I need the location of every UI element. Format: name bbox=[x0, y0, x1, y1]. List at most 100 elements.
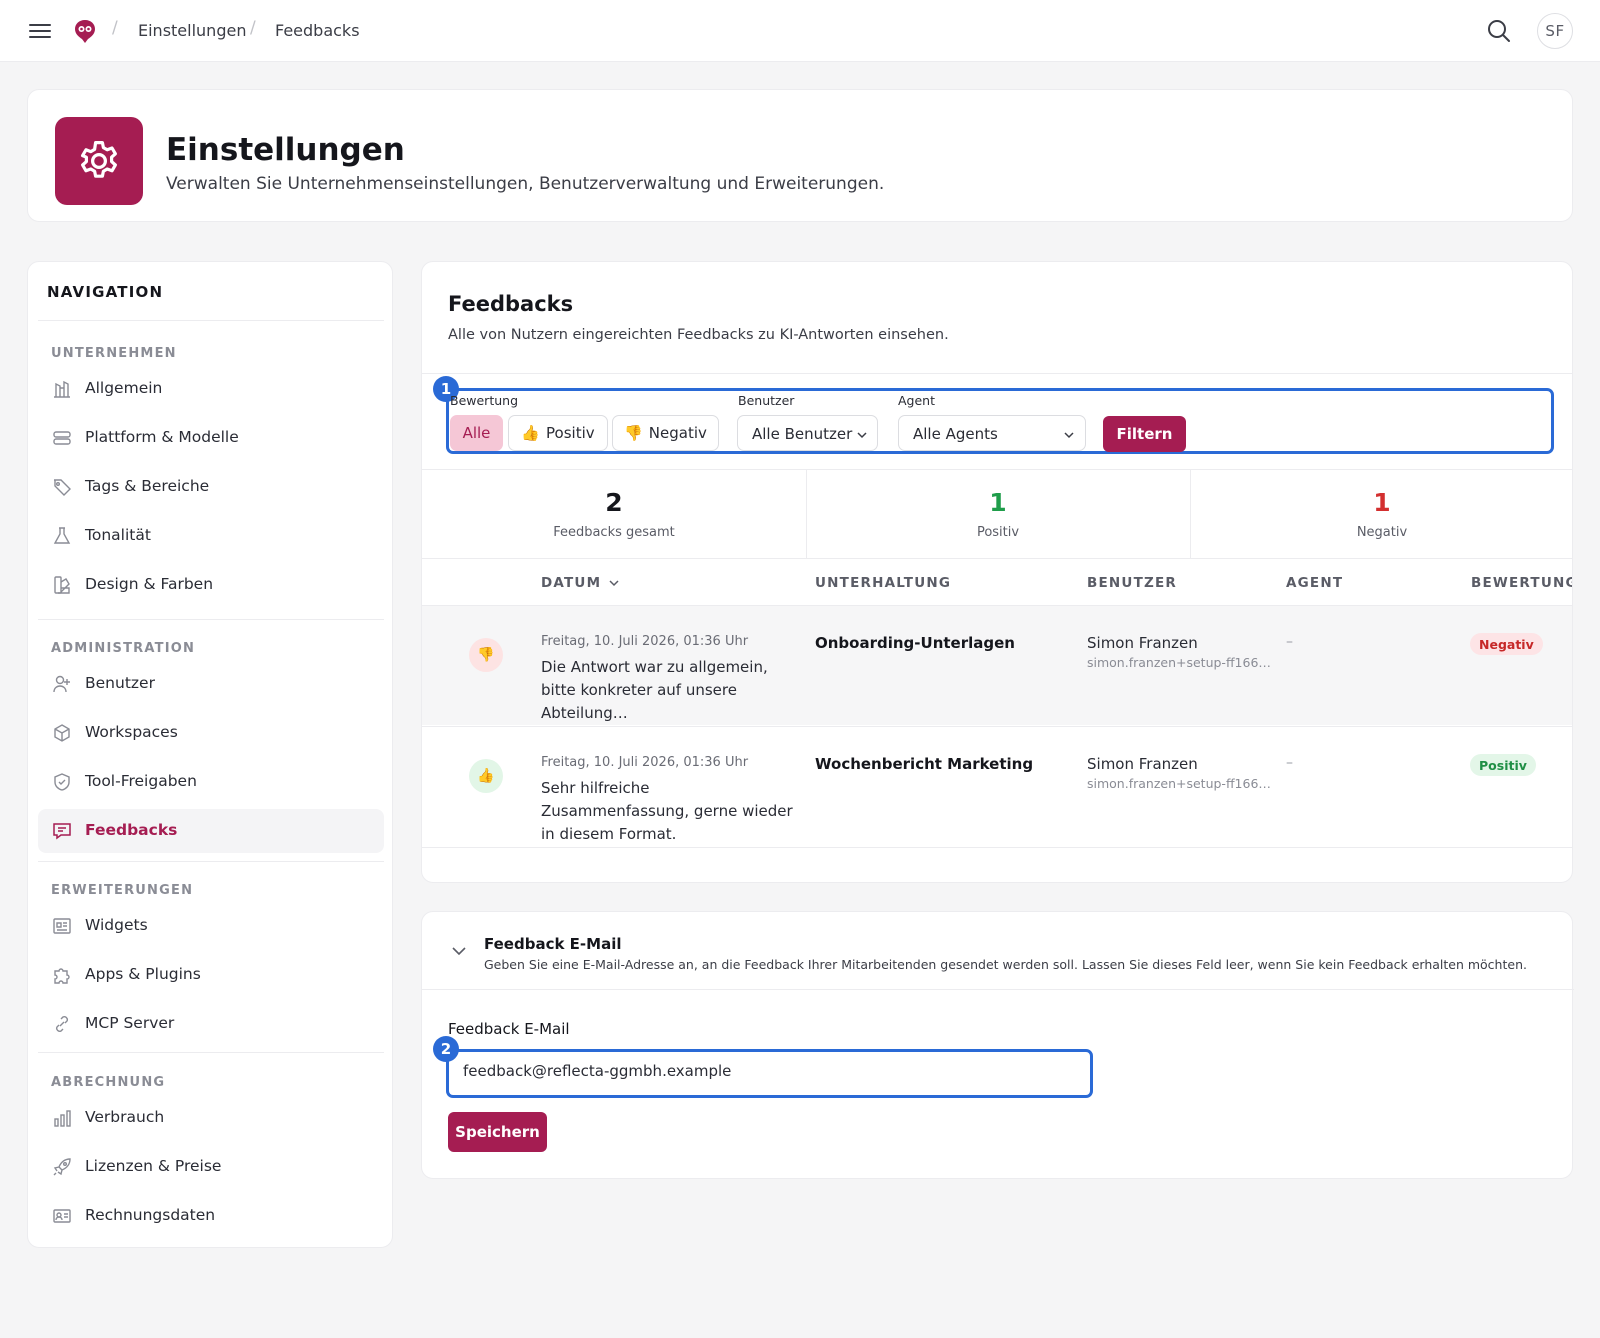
sidebar-item-benutzer[interactable]: Benutzer bbox=[38, 662, 384, 706]
sidebar-item-label: Design & Farben bbox=[85, 575, 214, 593]
user-plus-icon bbox=[52, 674, 72, 694]
sidebar-item-label: Workspaces bbox=[85, 723, 178, 741]
sidebar-item-label: Rechnungsdaten bbox=[85, 1206, 216, 1224]
feedbacks-panel: Feedbacks Alle von Nutzern eingereichten… bbox=[421, 261, 1573, 883]
stat-negative-label: Negativ bbox=[1356, 525, 1408, 540]
sidebar-item-apps-plugins[interactable]: Apps & Plugins bbox=[38, 953, 384, 997]
row-agent: – bbox=[1286, 755, 1293, 771]
sidebar-item-label: Widgets bbox=[85, 916, 148, 934]
sidebar-item-lizenzen-preise[interactable]: Lizenzen & Preise bbox=[38, 1145, 384, 1189]
column-header-agent: AGENT bbox=[1286, 575, 1344, 591]
rating-chip-positiv[interactable]: 👍 Positiv bbox=[508, 415, 608, 451]
feedback-email-panel: Feedback E-Mail Geben Sie eine E-Mail-Ad… bbox=[421, 911, 1574, 1179]
divider bbox=[38, 1052, 384, 1053]
sidebar-item-workspaces[interactable]: Workspaces bbox=[38, 711, 384, 755]
sidebar-item-label: Lizenzen & Preise bbox=[85, 1157, 222, 1175]
page-subtitle: Verwalten Sie Unternehmenseinstellungen,… bbox=[166, 174, 885, 194]
settings-gear-icon bbox=[55, 117, 143, 205]
sidebar-item-tool-freigaben[interactable]: Tool-Freigaben bbox=[38, 760, 384, 804]
column-header-benutzer: BENUTZER bbox=[1087, 575, 1177, 591]
rating-chip-alle[interactable]: Alle bbox=[450, 415, 503, 451]
sidebar-item-tonalitaet[interactable]: Tonalität bbox=[38, 514, 384, 558]
sidebar-item-mcp-server[interactable]: MCP Server bbox=[38, 1002, 384, 1046]
row-conversation-link[interactable]: Onboarding-Unterlagen bbox=[815, 634, 1015, 652]
stat-negative: 1 Negativ bbox=[1190, 470, 1572, 558]
sidebar-item-allgemein[interactable]: Allgemein bbox=[38, 367, 384, 411]
flask-icon bbox=[52, 526, 72, 546]
message-icon bbox=[52, 821, 72, 841]
breadcrumb-separator: / bbox=[250, 18, 256, 38]
rating-filter-label: Bewertung bbox=[450, 393, 518, 408]
stat-total-value: 2 bbox=[605, 488, 623, 517]
feedback-email-input[interactable] bbox=[463, 1062, 1073, 1080]
row-agent: – bbox=[1286, 634, 1293, 650]
sidebar-item-label: Feedbacks bbox=[85, 821, 178, 839]
top-bar: / Einstellungen / Feedbacks SF bbox=[0, 0, 1600, 62]
row-user-name: Simon Franzen bbox=[1087, 634, 1198, 652]
sidebar-item-rechnungsdaten[interactable]: Rechnungsdaten bbox=[38, 1194, 384, 1238]
user-avatar[interactable]: SF bbox=[1537, 13, 1573, 49]
table-row[interactable]: 👎 Freitag, 10. Juli 2026, 01:36 Uhr Die … bbox=[422, 605, 1572, 725]
table-row[interactable]: 👍 Freitag, 10. Juli 2026, 01:36 Uhr Sehr… bbox=[422, 726, 1572, 848]
section-administration: ADMINISTRATION bbox=[51, 641, 196, 656]
column-header-datum[interactable]: DATUM bbox=[541, 575, 620, 591]
row-user-email: simon.franzen+setup-ff166… bbox=[1087, 655, 1271, 670]
breadcrumb-einstellungen[interactable]: Einstellungen bbox=[138, 21, 246, 40]
chip-label: Negativ bbox=[648, 424, 707, 442]
palette-icon bbox=[52, 575, 72, 595]
newspaper-icon bbox=[52, 916, 72, 936]
section-abrechnung: ABRECHNUNG bbox=[51, 1075, 166, 1090]
bar-chart-icon bbox=[52, 1108, 72, 1128]
divider bbox=[422, 989, 1574, 990]
app-logo-icon[interactable] bbox=[72, 18, 98, 44]
link-icon bbox=[52, 1014, 72, 1034]
sidebar-item-feedbacks[interactable]: Feedbacks bbox=[38, 809, 384, 853]
id-card-icon bbox=[52, 1206, 72, 1226]
thumbs-down-icon: 👎 bbox=[469, 638, 503, 672]
sidebar-item-verbrauch[interactable]: Verbrauch bbox=[38, 1096, 384, 1140]
sidebar-item-design-farben[interactable]: Design & Farben bbox=[38, 563, 384, 607]
user-select[interactable]: Alle Benutzer bbox=[737, 415, 878, 451]
chevron-down-icon bbox=[1063, 429, 1075, 441]
stat-total-label: Feedbacks gesamt bbox=[553, 525, 675, 540]
stat-positive-value: 1 bbox=[989, 488, 1007, 517]
divider bbox=[422, 373, 1572, 374]
server-icon bbox=[52, 428, 72, 448]
agent-select-value: Alle Agents bbox=[913, 425, 998, 443]
sidebar-item-plattform-modelle[interactable]: Plattform & Modelle bbox=[38, 416, 384, 460]
agent-select[interactable]: Alle Agents bbox=[898, 415, 1086, 451]
chip-label: Alle bbox=[462, 424, 491, 442]
breadcrumb-feedbacks[interactable]: Feedbacks bbox=[275, 21, 360, 40]
section-erweiterungen: ERWEITERUNGEN bbox=[51, 883, 194, 898]
sidebar-item-widgets[interactable]: Widgets bbox=[38, 904, 384, 948]
chevron-down-icon bbox=[608, 577, 620, 589]
stat-positive-label: Positiv bbox=[976, 525, 1020, 540]
column-header-unterhaltung: UNTERHALTUNG bbox=[815, 575, 952, 591]
row-feedback-text: Sehr hilfreiche Zusammenfassung, gerne w… bbox=[541, 779, 793, 843]
chart-building-icon bbox=[52, 379, 72, 399]
shield-check-icon bbox=[52, 772, 72, 792]
feedbacks-description: Alle von Nutzern eingereichten Feedbacks… bbox=[448, 327, 949, 343]
row-user-name: Simon Franzen bbox=[1087, 755, 1198, 773]
user-filter-label: Benutzer bbox=[738, 393, 795, 408]
rocket-icon bbox=[52, 1157, 72, 1177]
divider bbox=[38, 861, 384, 862]
column-header-bewertung: BEWERTUNG bbox=[1471, 575, 1573, 591]
column-header-label: DATUM bbox=[541, 575, 602, 591]
sidebar-item-tags-bereiche[interactable]: Tags & Bereiche bbox=[38, 465, 384, 509]
rating-badge-negative: Negativ bbox=[1470, 633, 1543, 655]
tag-icon bbox=[52, 477, 72, 497]
sidebar-navigation: NAVIGATION UNTERNEHMEN Allgemein Plattfo… bbox=[27, 261, 393, 1248]
row-conversation-link[interactable]: Wochenbericht Marketing bbox=[815, 755, 1033, 773]
page-title: Einstellungen bbox=[166, 132, 405, 168]
menu-icon[interactable] bbox=[28, 19, 52, 43]
rating-badge-positive: Positiv bbox=[1470, 754, 1536, 776]
rating-chip-negativ[interactable]: 👎 Negativ bbox=[612, 415, 719, 451]
filter-button[interactable]: Filtern bbox=[1103, 416, 1186, 452]
save-button[interactable]: Speichern bbox=[448, 1112, 547, 1152]
chevron-down-icon[interactable] bbox=[450, 942, 468, 960]
search-icon[interactable] bbox=[1486, 18, 1512, 44]
stat-positive: 1 Positiv bbox=[806, 470, 1190, 558]
agent-filter-label: Agent bbox=[898, 393, 935, 408]
email-section-title[interactable]: Feedback E-Mail bbox=[484, 935, 621, 953]
